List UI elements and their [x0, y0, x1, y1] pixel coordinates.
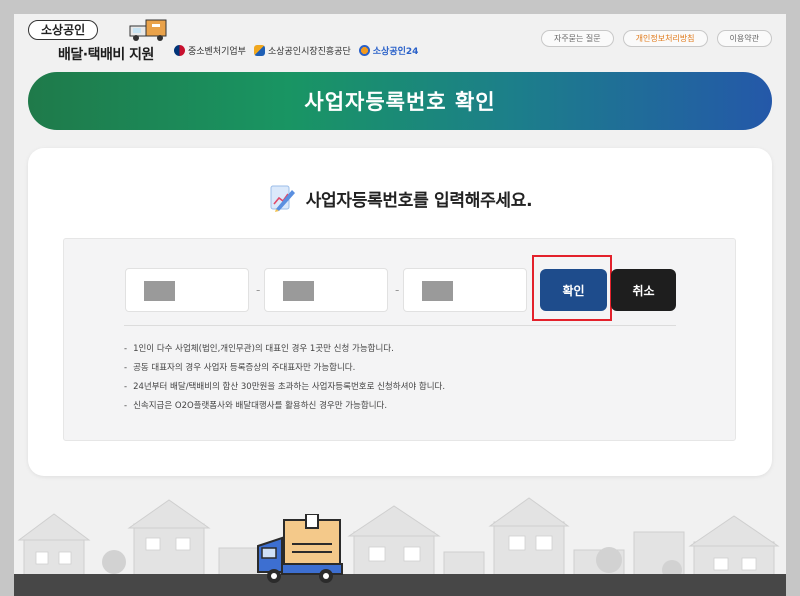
org-mss[interactable]: 중소벤처기업부: [174, 44, 246, 57]
site-logo[interactable]: 소상공인 배달·택배비 지원: [28, 18, 178, 64]
divider: [124, 325, 676, 326]
brn-field-2[interactable]: [264, 268, 388, 312]
brn-input-3[interactable]: [404, 269, 526, 311]
org-semas-label: 소상공인시장진흥공단: [267, 47, 351, 57]
truck-icon: [129, 19, 167, 41]
terms-link[interactable]: 이용약관: [716, 30, 772, 47]
org-sbiz24[interactable]: 소상공인24: [358, 44, 419, 57]
notice-item: 24년부터 배달/택배비의 합산 30만원을 초과하는 사업자등록번호로 신청하…: [124, 378, 445, 397]
logo-sub-text: 배달·택배비 지원: [58, 47, 154, 63]
brn-field-3[interactable]: [403, 268, 527, 312]
input-form: - - 확인 취소 1인이 다수 사업체(법인,개인무관)의 대표인 경우 1곳…: [63, 238, 736, 441]
privacy-policy-link[interactable]: 개인정보처리방침: [622, 30, 708, 47]
cancel-button[interactable]: 취소: [611, 269, 676, 311]
road: [14, 574, 786, 596]
top-links: 자주묻는 질문 개인정보처리방침 이용약관: [540, 30, 772, 47]
delivery-box-icon: [257, 514, 343, 583]
prompt-heading: 사업자등록번호를 입력해주세요.: [28, 184, 772, 212]
brn-field-1[interactable]: [125, 268, 249, 312]
brn-input-2[interactable]: [265, 269, 387, 311]
page-title: 사업자등록번호 확인: [304, 90, 496, 114]
org-semas[interactable]: 소상공인시장진흥공단: [253, 44, 351, 57]
notice-list: 1인이 다수 사업체(법인,개인무관)의 대표인 경우 1곳만 신청 가능합니다…: [124, 340, 445, 416]
org-sbiz24-label: 소상공인24: [372, 47, 419, 57]
notice-item: 1인이 다수 사업체(법인,개인무관)의 대표인 경우 1곳만 신청 가능합니다…: [124, 340, 445, 359]
semas-logo-icon: [253, 45, 265, 56]
org-logos: 중소벤처기업부 소상공인시장진흥공단 소상공인24: [174, 44, 418, 57]
separator-dash: -: [256, 283, 261, 297]
notice-item: 공동 대표자의 경우 사업자 등록증상의 주대표자만 가능합니다.: [124, 359, 445, 378]
page: 소상공인 배달·택배비 지원 중소벤처기업부 소상공인시장진흥공단 소상공인24…: [14, 14, 786, 596]
title-banner: 사업자등록번호 확인: [28, 72, 772, 130]
confirm-button[interactable]: 확인: [540, 269, 607, 311]
separator-dash: -: [395, 283, 400, 297]
brn-input-1[interactable]: [126, 269, 248, 311]
sbiz24-logo-icon: [358, 45, 370, 56]
taegeuk-icon: [174, 45, 185, 56]
notice-item: 신속지급은 O2O플랫폼사와 배달대행사를 활용하신 경우만 가능합니다.: [124, 397, 445, 416]
org-mss-label: 중소벤처기업부: [188, 47, 246, 57]
logo-top-text: 소상공인: [28, 20, 99, 40]
prompt-text: 사업자등록번호를 입력해주세요.: [305, 190, 533, 211]
pencil-document-icon: [270, 185, 295, 212]
main-card: 사업자등록번호를 입력해주세요. - - 확인 취소 1인이 다수 사업체: [28, 148, 772, 476]
faq-link[interactable]: 자주묻는 질문: [540, 30, 614, 47]
